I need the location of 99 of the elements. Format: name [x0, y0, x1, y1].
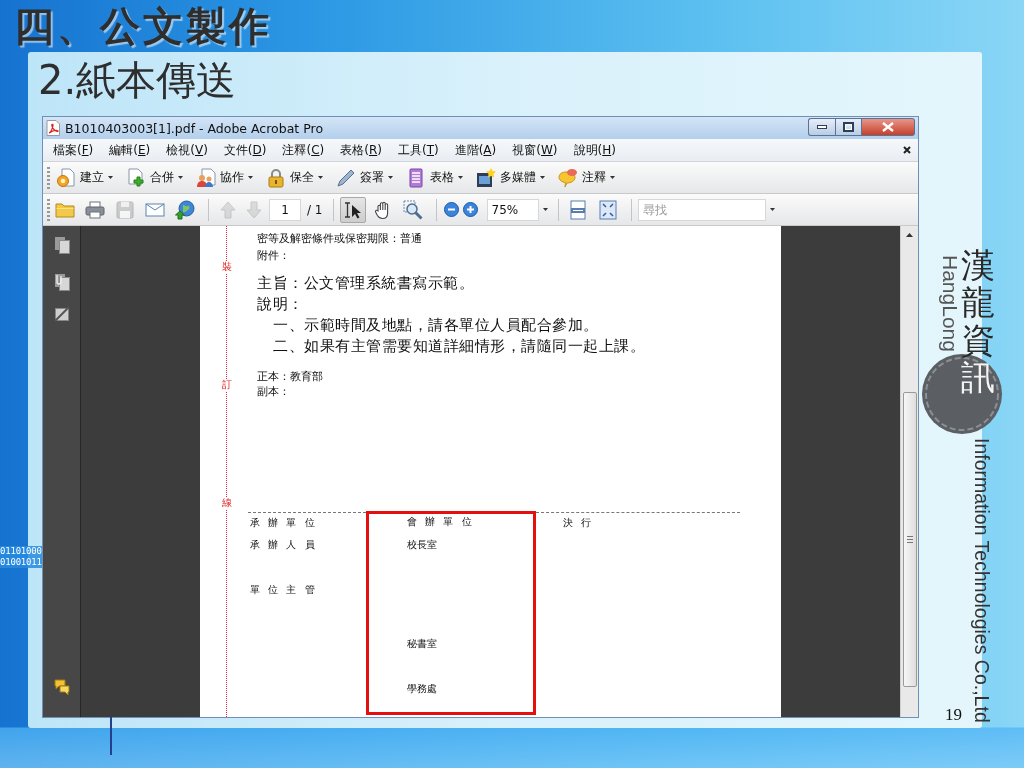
logo-tagline: Information Technologies Co.,Ltd [970, 438, 994, 723]
menu-item[interactable]: 文件(D) [223, 141, 267, 159]
padlock-icon [266, 167, 286, 188]
navigation-pane-button[interactable] [53, 305, 70, 323]
page-count: / 1 [307, 202, 323, 217]
toolbar-button[interactable]: 表格 [402, 164, 467, 191]
pages-icon [53, 236, 70, 254]
signoff-entry: 校長室 [407, 539, 437, 551]
recipient-line: 正本：教育部 [257, 369, 323, 384]
caret-icon [178, 176, 183, 179]
subject-line: 主旨：公文管理系統書寫示範。 [257, 273, 474, 294]
explanation-item: 二、如果有主管需要知道詳細情形，請隨同一起上課。 [273, 336, 645, 357]
caret-icon [458, 176, 463, 179]
binary-digits: 01101000 [0, 546, 42, 557]
toolbar-button[interactable]: 合併 [122, 164, 187, 191]
scrollbar-thumb[interactable] [902, 392, 917, 687]
document-plus-icon [126, 167, 146, 188]
menu-item[interactable]: 檔案(F) [53, 141, 94, 159]
navigation-pane-button[interactable] [53, 273, 70, 291]
scrollbar[interactable] [900, 226, 918, 717]
menu-item[interactable]: 說明(H) [573, 141, 616, 159]
page-pen-icon [53, 305, 70, 323]
caret-icon [388, 176, 393, 179]
toolbar-button[interactable]: 注釋 [554, 164, 619, 191]
form-document-icon [406, 167, 426, 188]
menu-item[interactable]: 表格(R) [340, 141, 382, 159]
toolbar-button[interactable]: 建立 [52, 164, 117, 191]
logo-romanized-name: HangLong [940, 255, 961, 352]
toolbar-button[interactable]: 多媒體 [472, 164, 549, 191]
globe-arrow-icon [175, 199, 195, 220]
maximize-icon [843, 122, 854, 132]
menu-item[interactable]: 工具(T) [397, 141, 439, 159]
fit-page-icon [597, 199, 618, 220]
pen-icon [336, 167, 356, 188]
up-arrow-icon [218, 199, 238, 220]
menu-item[interactable]: 編輯(E) [109, 141, 151, 159]
slide-title: 四、公文製作 [14, 3, 272, 49]
navigation-pane-button[interactable] [53, 678, 70, 696]
zoom-in-icon [463, 202, 478, 217]
window-title: B1010403003[1].pdf - Adobe Acrobat Pro [65, 120, 324, 136]
navigation-pane-button[interactable] [53, 236, 70, 254]
document-people-icon [196, 167, 216, 188]
zoom-field[interactable]: 75% [486, 198, 539, 221]
column-heading: 會 辦 單 位 [407, 516, 472, 528]
logo-name: 漢龍資訊 [961, 247, 995, 397]
column-heading: 承 辦 單 位 [250, 517, 315, 529]
page-number: 19 [945, 705, 962, 725]
slide-subtitle: 2.紙本傳送 [38, 56, 237, 104]
signoff-entry: 單 位 主 管 [250, 584, 315, 596]
close-icon [903, 146, 911, 154]
caret-icon [610, 176, 615, 179]
column-heading: 決 行 [563, 517, 592, 529]
close-button[interactable] [862, 118, 915, 136]
menu-item[interactable]: 注釋(C) [282, 141, 325, 159]
toolbar-button[interactable]: 簽署 [332, 164, 397, 191]
document-text: 附件： [257, 248, 290, 264]
caret-icon [318, 176, 323, 179]
pdf-document-icon [46, 120, 60, 136]
speech-bubbles-icon [53, 678, 70, 696]
speech-bubbles-icon [558, 167, 578, 188]
menu-item[interactable]: 視窗(W) [512, 141, 558, 159]
signoff-entry: 學務處 [407, 683, 437, 695]
document-text: 密等及解密條件或保密期限：普通 [257, 231, 422, 247]
signoff-entry: 承 辦 人 員 [250, 539, 315, 551]
document-close-button[interactable] [903, 146, 911, 154]
down-arrow-icon [244, 199, 264, 220]
fit-width-icon [567, 199, 588, 220]
menu-item[interactable]: 進階(A) [454, 141, 497, 159]
caret-icon [248, 176, 253, 179]
caret-icon [540, 176, 545, 179]
explanation-item: 一、示範時間及地點，請各單位人員配合參加。 [273, 315, 599, 336]
recipient-line: 副本： [257, 384, 290, 399]
binding-mark: 裝 [222, 261, 232, 273]
printer-icon [85, 199, 105, 220]
menu-item[interactable]: 檢視(V) [166, 141, 208, 159]
close-icon [882, 122, 894, 132]
binary-digits: 01001011 [0, 557, 42, 568]
signoff-entry: 秘書室 [407, 638, 437, 650]
magnifier-marquee-icon [402, 199, 423, 220]
film-star-icon [476, 167, 496, 188]
toolbar-button[interactable]: 協作 [192, 164, 257, 191]
minimize-button[interactable] [808, 118, 835, 136]
toolbar-button[interactable] [339, 196, 366, 223]
explanation-label: 說明： [257, 294, 304, 315]
caret-icon [542, 208, 548, 211]
zoom-out-icon [444, 202, 459, 217]
minimize-icon [817, 125, 827, 129]
text-cursor-arrow-icon [342, 199, 363, 220]
up-arrow-icon [906, 232, 913, 237]
page-number-field[interactable]: 1 [269, 198, 301, 221]
binding-mark: 線 [222, 497, 232, 509]
paperclip-pages-icon [53, 273, 70, 291]
binding-mark: 訂 [222, 379, 232, 391]
toolbar-button[interactable]: 保全 [262, 164, 327, 191]
find-field[interactable]: 尋找 [637, 198, 766, 221]
caret-icon [108, 176, 113, 179]
document-burst-icon [56, 167, 76, 188]
caret-icon [769, 208, 775, 211]
maximize-button[interactable] [835, 118, 862, 136]
